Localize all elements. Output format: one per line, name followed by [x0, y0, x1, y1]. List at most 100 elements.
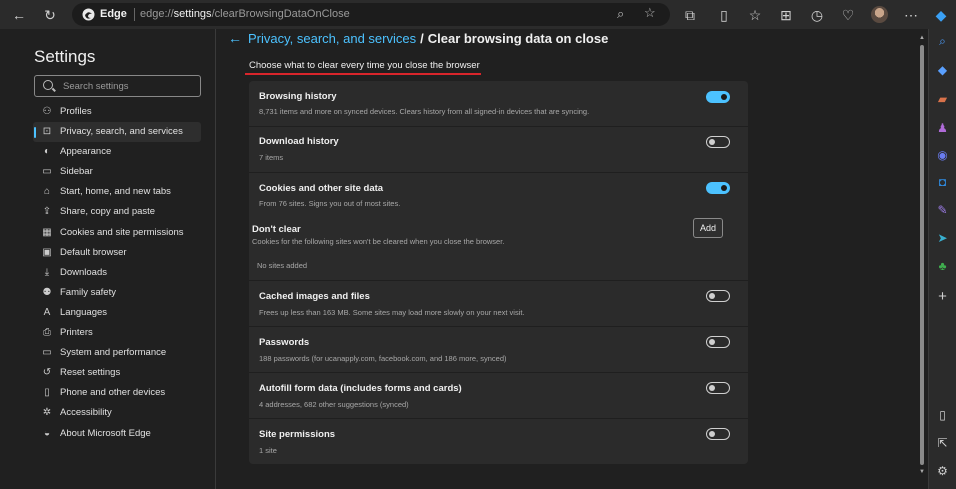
language-icon: A	[43, 306, 51, 318]
row-autofill: Autofill form data (includes forms and c…	[249, 373, 748, 419]
collections-icon[interactable]: ⊞	[776, 5, 796, 25]
nav-item-reset[interactable]: ↺ Reset settings	[33, 363, 201, 383]
phone-icon: ▯	[44, 387, 50, 399]
row-passwords: Passwords 188 passwords (for ucanapply.c…	[249, 327, 748, 373]
health-icon[interactable]: ♡	[838, 5, 858, 25]
scroll-down-arrow-icon[interactable]: ▼	[919, 469, 925, 475]
more-options-icon[interactable]: ⋯	[901, 5, 921, 25]
sidebar-icon: ▭	[42, 166, 52, 178]
passwords-toggle[interactable]	[706, 336, 730, 348]
family-icon: ⚉	[42, 286, 52, 298]
nav-item-share-copy[interactable]: ⇪ Share, copy and paste	[33, 202, 201, 222]
search-icon[interactable]: ⌕	[934, 33, 951, 50]
nav-item-family-safety[interactable]: ⚉ Family safety	[33, 283, 201, 303]
nav-item-default-browser[interactable]: ▣ Default browser	[33, 243, 201, 263]
browsing-history-title: Browsing history	[259, 91, 337, 102]
reset-icon: ↺	[42, 367, 52, 379]
tools-icon[interactable]: ▰	[934, 91, 951, 108]
share-icon: ⇪	[42, 206, 52, 218]
no-sites-added-text: No sites added	[257, 261, 308, 270]
tree-icon[interactable]: ♣	[934, 258, 951, 275]
address-bar[interactable]: Edge edge://settings/clearBrowsingDataOn…	[72, 3, 670, 26]
designer-icon[interactable]: ✎	[934, 202, 951, 219]
nav-item-sidebar[interactable]: ▭ Sidebar	[33, 162, 201, 182]
site-permissions-desc: 1 site	[259, 446, 277, 455]
split-screen-icon[interactable]: ▯	[714, 5, 734, 25]
settings-sidebar: Settings ⚇Profiles ⊡Privacy, search, and…	[29, 29, 216, 489]
red-underline-annotation	[245, 73, 481, 75]
browsing-history-desc: 8,731 items and more on synced devices. …	[259, 107, 590, 116]
nav-item-profiles[interactable]: ⚇ Profiles	[33, 102, 201, 122]
games-icon[interactable]: ♟	[934, 120, 951, 137]
nav-item-appearance[interactable]: ◐ Appearance	[33, 142, 201, 162]
breadcrumb-privacy-link[interactable]: Privacy, search, and services	[248, 31, 416, 46]
nav-item-privacy[interactable]: ⊡ Privacy, search, and services	[33, 122, 201, 143]
scrollbar-thumb[interactable]	[920, 45, 924, 465]
address-brand: Edge	[100, 8, 127, 20]
favorites-icon[interactable]: ☆	[745, 5, 765, 25]
dont-clear-title: Don't clear	[252, 224, 301, 235]
favorite-star-icon[interactable]: ☆	[644, 5, 656, 21]
zoom-icon[interactable]: ⌕	[617, 6, 624, 22]
page-scrollbar[interactable]: ▲ ▼	[919, 35, 925, 475]
settings-nav-list: ⚇ Profiles ⊡ Privacy, search, and services…	[33, 102, 201, 444]
row-download-history: Download history 7 items	[249, 127, 748, 173]
home-icon: ⌂	[43, 186, 51, 198]
nav-item-accessibility[interactable]: ✲ Accessibility	[33, 403, 201, 423]
search-icon	[43, 80, 53, 90]
cached-images-desc: Frees up less than 163 MB. Some sites ma…	[259, 308, 525, 317]
outlook-icon[interactable]: ◘	[934, 174, 951, 191]
settings-gear-icon[interactable]: ⚙	[934, 463, 951, 480]
cached-images-toggle[interactable]	[706, 290, 730, 302]
browsing-history-toggle[interactable]	[706, 91, 730, 103]
copilot-circle-icon[interactable]: ◉	[934, 147, 951, 164]
nav-item-cookies[interactable]: ▦ Cookies and site permissions	[33, 223, 201, 243]
row-cached-images: Cached images and files Frees up less th…	[249, 281, 748, 327]
cached-images-title: Cached images and files	[259, 291, 370, 302]
row-browsing-history: Browsing history 8,731 items and more on…	[249, 81, 748, 127]
url-text: edge://settings/clearBrowsingDataOnClose	[140, 8, 350, 20]
shopping-tag-icon[interactable]: ◆	[934, 62, 951, 79]
avatar[interactable]	[871, 6, 888, 23]
refresh-icon[interactable]: ↻	[40, 5, 60, 25]
appearance-icon: ◐	[43, 146, 51, 158]
back-arrow-icon[interactable]: ←	[9, 5, 29, 25]
nav-item-phone[interactable]: ▯ Phone and other devices	[33, 383, 201, 403]
dont-clear-desc: Cookies for the following sites won't be…	[252, 237, 505, 246]
add-plus-icon[interactable]: +	[934, 288, 951, 305]
search-input[interactable]	[63, 79, 193, 93]
search-settings-box[interactable]	[34, 75, 201, 97]
breadcrumb-separator: /	[420, 31, 424, 46]
send-icon[interactable]: ➤	[934, 230, 951, 247]
copilot-icon[interactable]: ◆	[931, 5, 951, 25]
add-site-button[interactable]: Add	[693, 218, 723, 238]
autofill-desc: 4 addresses, 682 other suggestions (sync…	[259, 400, 409, 409]
nav-item-start-home[interactable]: ⌂ Start, home, and new tabs	[33, 182, 201, 202]
nav-item-system[interactable]: ▭ System and performance	[33, 343, 201, 363]
browser-icon: ▣	[42, 246, 52, 258]
scroll-up-arrow-icon[interactable]: ▲	[919, 35, 925, 41]
history-icon[interactable]: ◷	[807, 5, 827, 25]
cookies-desc: From 76 sites. Signs you out of most sit…	[259, 199, 401, 208]
nav-item-languages[interactable]: A Languages	[33, 303, 201, 323]
profile-icon: ⚇	[42, 106, 52, 117]
system-icon: ▭	[42, 347, 52, 359]
edge-sidebar: ⌕ ◆ ▰ ♟ ◉ ◘ ✎ ➤ ♣ + ▯ ⇱ ⚙	[928, 29, 956, 489]
site-permissions-toggle[interactable]	[706, 428, 730, 440]
nav-item-printers[interactable]: ⎙ Printers	[33, 323, 201, 343]
cookies-toggle[interactable]	[706, 182, 730, 194]
autofill-title: Autofill form data (includes forms and c…	[259, 383, 462, 394]
settings-title: Settings	[34, 47, 96, 66]
browser-toolbar: ← ↻ Edge edge://settings/clearBrowsingDa…	[0, 0, 956, 29]
download-history-toggle[interactable]	[706, 136, 730, 148]
passwords-desc: 188 passwords (for ucanapply.com, facebo…	[259, 354, 507, 363]
back-arrow-icon[interactable]: ←	[228, 30, 242, 46]
open-external-icon[interactable]: ⇱	[934, 435, 951, 452]
accessibility-icon: ✲	[42, 407, 52, 419]
printer-icon: ⎙	[43, 327, 51, 339]
sidebar-panel-icon[interactable]: ▯	[934, 407, 951, 424]
autofill-toggle[interactable]	[706, 382, 730, 394]
nav-item-about[interactable]: ◒ About Microsoft Edge	[33, 424, 201, 444]
extensions-icon[interactable]: ⧉	[680, 5, 700, 25]
nav-item-downloads[interactable]: ⤓ Downloads	[33, 263, 201, 283]
